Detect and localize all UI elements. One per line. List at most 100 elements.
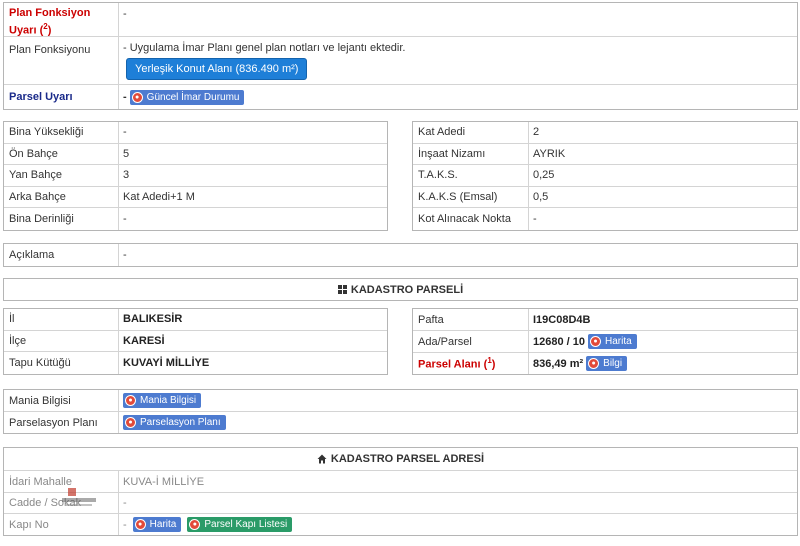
detail-label: Kat Adedi (413, 122, 529, 143)
kadastro-adres-title: KADASTRO PARSEL ADRESİ (330, 453, 485, 465)
mahalle-row: İdari Mahalle KUVA-İ MİLLİYE (4, 471, 797, 493)
detail-label: Kot Alınacak Nokta (413, 208, 529, 230)
harita-label: Harita (605, 336, 632, 347)
parsel-kapi-listesi-button[interactable]: ● Parsel Kapı Listesi (187, 517, 293, 532)
pin-icon: ● (125, 417, 136, 428)
pin-icon: ● (131, 91, 143, 103)
watermark-logo-icon (62, 488, 96, 506)
kapi-harita-button[interactable]: ● Harita (132, 517, 182, 532)
kadastro-adres-header: KADASTRO PARSEL ADRESİ (4, 448, 797, 471)
pafta-row: Pafta I19C08D4B (413, 309, 797, 331)
pafta-label: Pafta (413, 309, 529, 330)
kapi-dash: - (123, 518, 127, 531)
aciklama-row: Açıklama - (4, 244, 797, 266)
detail-label: İnşaat Nizamı (413, 143, 529, 165)
detail-value: 5 (123, 147, 130, 160)
bilgi-label: Bilgi (603, 358, 623, 369)
yerlesik-konut-button[interactable]: Yerleşik Konut Alanı (836.490 m²) (126, 58, 308, 80)
aciklama-table: Açıklama - (3, 243, 798, 267)
parsel-alani-label: Parsel Alanı (1) (413, 353, 529, 374)
plan-fonksiyon-uyari-row: Plan Fonksiyon Uyarı (2) - (4, 3, 797, 37)
guncel-imar-durumu-button[interactable]: ● Güncel İmar Durumu (129, 89, 245, 105)
ada-harita-button[interactable]: ● Harita (588, 334, 637, 349)
kapi-harita-label: Harita (149, 519, 177, 530)
parcel-location-label: İl (4, 309, 119, 330)
parcel-location-value: KARESİ (123, 334, 165, 347)
detail-value: 0,5 (533, 191, 549, 204)
pin-icon: ● (189, 519, 201, 530)
building-details-left: Bina Yüksekliği - Ön Bahçe 5 Yan Bahçe 3 Arka … (3, 121, 388, 231)
pin-icon: ● (590, 336, 601, 347)
parsel-uyari-dash: - (123, 91, 127, 103)
mania-bilgisi-button[interactable]: ● Mania Bilgisi (123, 393, 202, 408)
ada-parsel-label: Ada/Parsel (413, 331, 529, 352)
mania-label: Mania Bilgisi (4, 390, 119, 411)
ada-parsel-value: 12680 / 10 (533, 335, 585, 348)
parselasyon-button-label: Parselasyon Planı (140, 417, 221, 428)
detail-value: AYRIK (533, 147, 566, 160)
kadastro-parseli-header: KADASTRO PARSELİ (3, 278, 798, 301)
plan-fonksiyon-uyari-label: Plan Fonksiyon Uyarı (2) (4, 3, 119, 37)
detail-value: - (123, 126, 127, 139)
detail-row: Arka Bahçe Kat Adedi+1 M (4, 186, 387, 209)
pin-icon: ● (588, 358, 600, 369)
parcel-location-row: Tapu Kütüğü KUVAYİ MİLLİYE (4, 352, 387, 374)
plan-function-table: Plan Fonksiyon Uyarı (2) - Plan Fonksiyo… (3, 2, 798, 110)
plan-fonksiyonu-row: Plan Fonksiyonu - Uygulama İmar Planı ge… (4, 37, 797, 85)
detail-label: Ön Bahçe (4, 143, 119, 165)
plan-fonksiyonu-note: - Uygulama İmar Planı genel plan notları… (123, 42, 406, 54)
parcel-location-row: İl BALIKESİR (4, 309, 387, 331)
detail-label: Yan Bahçe (4, 165, 119, 186)
detail-value: - (123, 213, 127, 226)
detail-value: 2 (533, 126, 540, 139)
detail-label: Bina Derinliği (4, 208, 119, 230)
parsel-alani-value: 836,49 m² (533, 357, 584, 370)
detail-value: 0,25 (533, 169, 555, 182)
aciklama-value: - (123, 249, 127, 261)
detail-label: Bina Yüksekliği (4, 122, 119, 143)
cadde-value: - (123, 497, 127, 509)
pafta-value: I19C08D4B (533, 313, 591, 326)
parselasyon-plani-button[interactable]: ● Parselasyon Planı (123, 415, 226, 430)
parcel-location-value: BALIKESİR (123, 313, 183, 326)
guncel-imar-label: Güncel İmar Durumu (146, 91, 240, 103)
detail-row: Bina Derinliği - (4, 208, 387, 230)
detail-row: K.A.K.S (Emsal) 0,5 (413, 186, 797, 209)
grid-icon (337, 285, 347, 294)
ada-parsel-row: Ada/Parsel 12680 / 10 ● Harita (413, 331, 797, 353)
parcel-location-row: İlçe KARESİ (4, 330, 387, 353)
detail-value: Kat Adedi+1 M (123, 191, 195, 204)
parselasyon-row: Parselasyon Planı ● Parselasyon Planı (4, 412, 797, 433)
detail-label: T.A.K.S. (413, 165, 529, 186)
detail-row: Ön Bahçe 5 (4, 143, 387, 166)
building-details-right: Kat Adedi 2 İnşaat Nizamı AYRIK T.A.K.S. 0,25… (412, 121, 798, 231)
plan-fonksiyon-uyari-value: - (123, 8, 127, 20)
detail-value: - (533, 213, 537, 226)
kadastro-adres-table: KADASTRO PARSEL ADRESİ İdari Mahalle KUV… (3, 447, 798, 536)
parcel-location-label: İlçe (4, 330, 119, 352)
parcel-info-table: Pafta I19C08D4B Ada/Parsel 12680 / 10 ● H… (412, 308, 798, 375)
plan-fonksiyonu-label: Plan Fonksiyonu (4, 37, 119, 84)
detail-row: Bina Yüksekliği - (4, 122, 387, 144)
kapi-listesi-label: Parsel Kapı Listesi (204, 519, 288, 530)
parcel-location-value: KUVAYİ MİLLİYE (123, 356, 210, 369)
parsel-uyari-row: Parsel Uyarı - ● Güncel İmar Durumu (4, 85, 797, 109)
detail-label: K.A.K.S (Emsal) (413, 186, 529, 208)
detail-row: İnşaat Nizamı AYRIK (413, 143, 797, 166)
cadde-row: Cadde / Sokak - (4, 493, 797, 514)
mania-table: Mania Bilgisi ● Mania Bilgisi Parselasyon… (3, 389, 798, 434)
detail-row: T.A.K.S. 0,25 (413, 165, 797, 187)
pin-icon: ● (134, 519, 146, 530)
kapi-row: Kapı No - ● Harita ● Parsel Kapı Listesi (4, 514, 797, 535)
detail-row: Kot Alınacak Nokta - (413, 208, 797, 230)
parsel-uyari-label: Parsel Uyarı (4, 85, 119, 109)
kapi-label: Kapı No (4, 514, 119, 535)
mania-button-label: Mania Bilgisi (140, 395, 197, 406)
mania-row: Mania Bilgisi ● Mania Bilgisi (4, 390, 797, 412)
detail-row: Kat Adedi 2 (413, 122, 797, 144)
detail-row: Yan Bahçe 3 (4, 165, 387, 187)
pin-icon: ● (125, 395, 136, 406)
parcel-location-label: Tapu Kütüğü (4, 352, 119, 374)
bilgi-button[interactable]: ● Bilgi (586, 356, 628, 371)
detail-label: Arka Bahçe (4, 186, 119, 208)
